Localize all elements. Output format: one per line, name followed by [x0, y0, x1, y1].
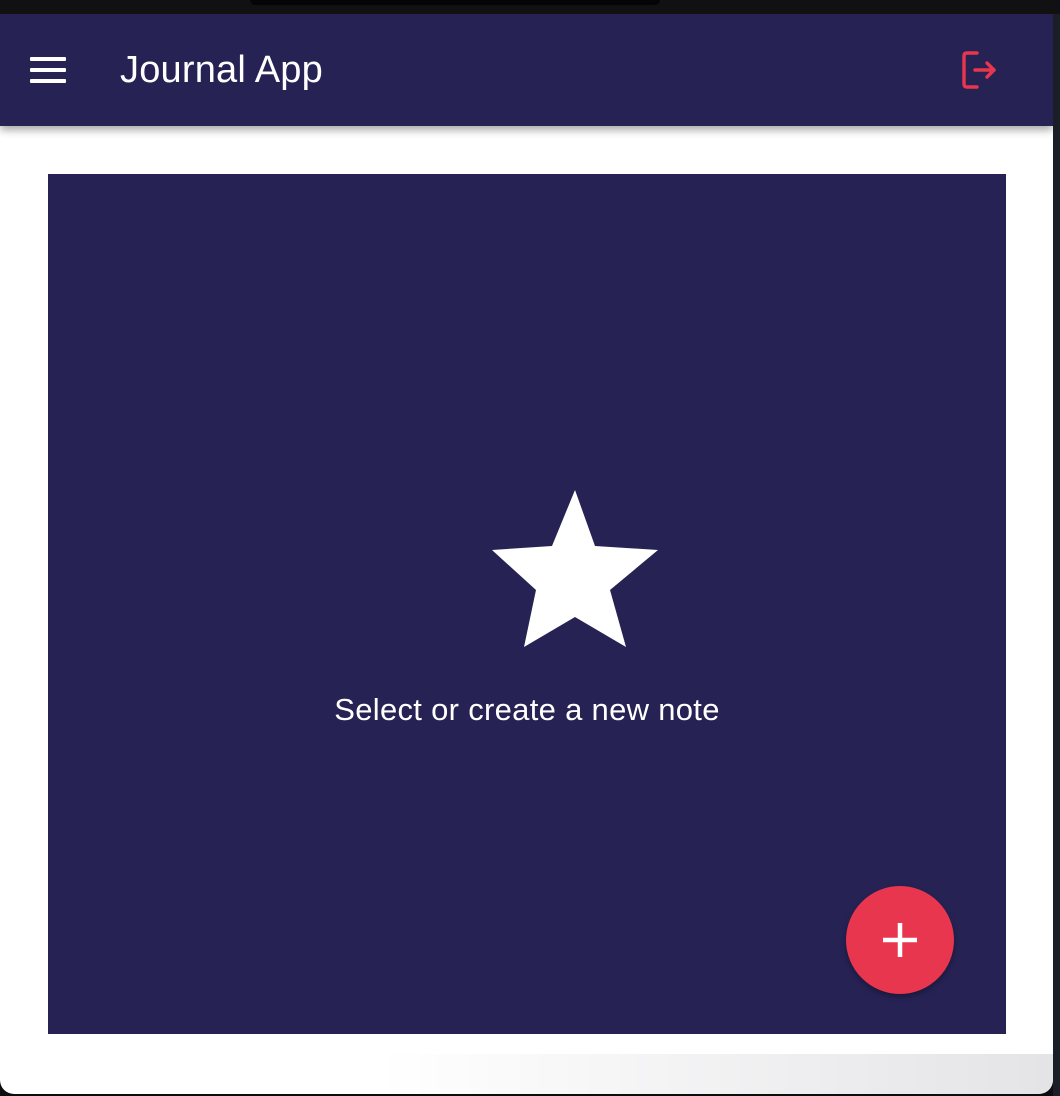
new-note-fab[interactable]	[846, 886, 954, 994]
hamburger-menu-icon-bar	[30, 68, 66, 72]
empty-state-message: Select or create a new note	[334, 692, 720, 727]
logout-icon	[962, 51, 996, 89]
hamburger-menu-icon-bar	[30, 79, 66, 83]
plus-icon	[883, 923, 917, 957]
logout-button[interactable]	[952, 44, 1008, 96]
background-edge	[1053, 14, 1060, 1096]
nothing-selected-panel: Select or create a new note	[48, 174, 1006, 1034]
top-bezel	[0, 0, 1060, 14]
window-shadow	[380, 1054, 1053, 1094]
screen-frame: Journal App Select or create a new note	[0, 0, 1060, 1096]
camera-notch	[250, 0, 660, 5]
app-bar: Journal App	[0, 14, 1053, 126]
app-title: Journal App	[120, 49, 323, 91]
hamburger-menu-icon	[30, 57, 66, 61]
menu-button[interactable]	[18, 46, 78, 94]
star-icon	[492, 490, 658, 647]
app-window: Journal App Select or create a new note	[0, 14, 1053, 1094]
